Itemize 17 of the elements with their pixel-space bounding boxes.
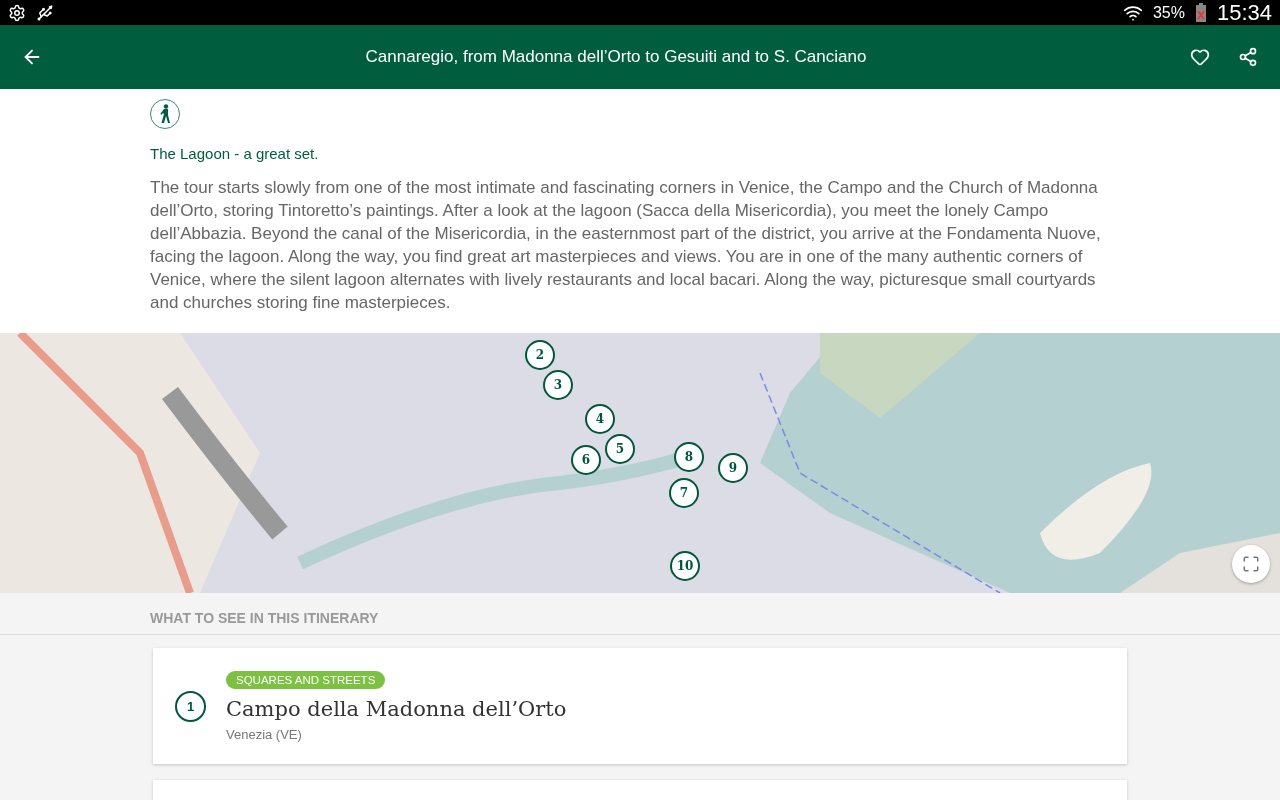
battery-percentage: 35%: [1152, 3, 1185, 22]
place-card[interactable]: 1 SQUARES AND STREETS Campo della Madonna dell’Orto Venezia (VE): [153, 648, 1127, 764]
tour-subtitle: The Lagoon - a great set.: [150, 145, 320, 162]
place-number: 1: [175, 690, 206, 722]
clock-time: 15:34: [1216, 0, 1272, 26]
battery-icon: [1194, 2, 1207, 23]
usb-icon: [36, 3, 54, 22]
app-bar-title: Cannaregio, from Madonna dell’Orto to Gesuiti and to S. Canciano: [364, 47, 868, 67]
section-heading: WHAT TO SEE IN THIS ITINERARY: [0, 593, 1280, 635]
heart-icon[interactable]: [1190, 47, 1210, 67]
share-icon[interactable]: [1238, 47, 1258, 67]
category-tag: SQUARES AND STREETS: [226, 670, 386, 689]
tour-description: The tour starts slowly from one of the most intimate and fascinating corners in Venice, the Campo and the Church of Madonna dell’Orto, storing Tintoretto’s paintings. After a look at the lagoon (Sacca della Misericordia), you meet the lonely Campo dell’Abbazia. Beyond the canal of the Misericordia, in the easternmost part of the district, you arrive at the Fondamenta Nuove, facing the lagoon. Along the way, you find great art masterpieces and views. You are in one of the many authentic corners of Venice, where the silent lagoon alternates with lively restaurants and local bacari. Along the way, picturesque small courtyards and churches storing fine masterpieces.: [150, 177, 1102, 314]
gear-icon: [8, 3, 26, 22]
place-name: Campo della Madonna dell’Orto: [226, 696, 567, 721]
fullscreen-icon[interactable]: [1242, 555, 1260, 573]
place-location: Venezia (VE): [226, 726, 302, 742]
